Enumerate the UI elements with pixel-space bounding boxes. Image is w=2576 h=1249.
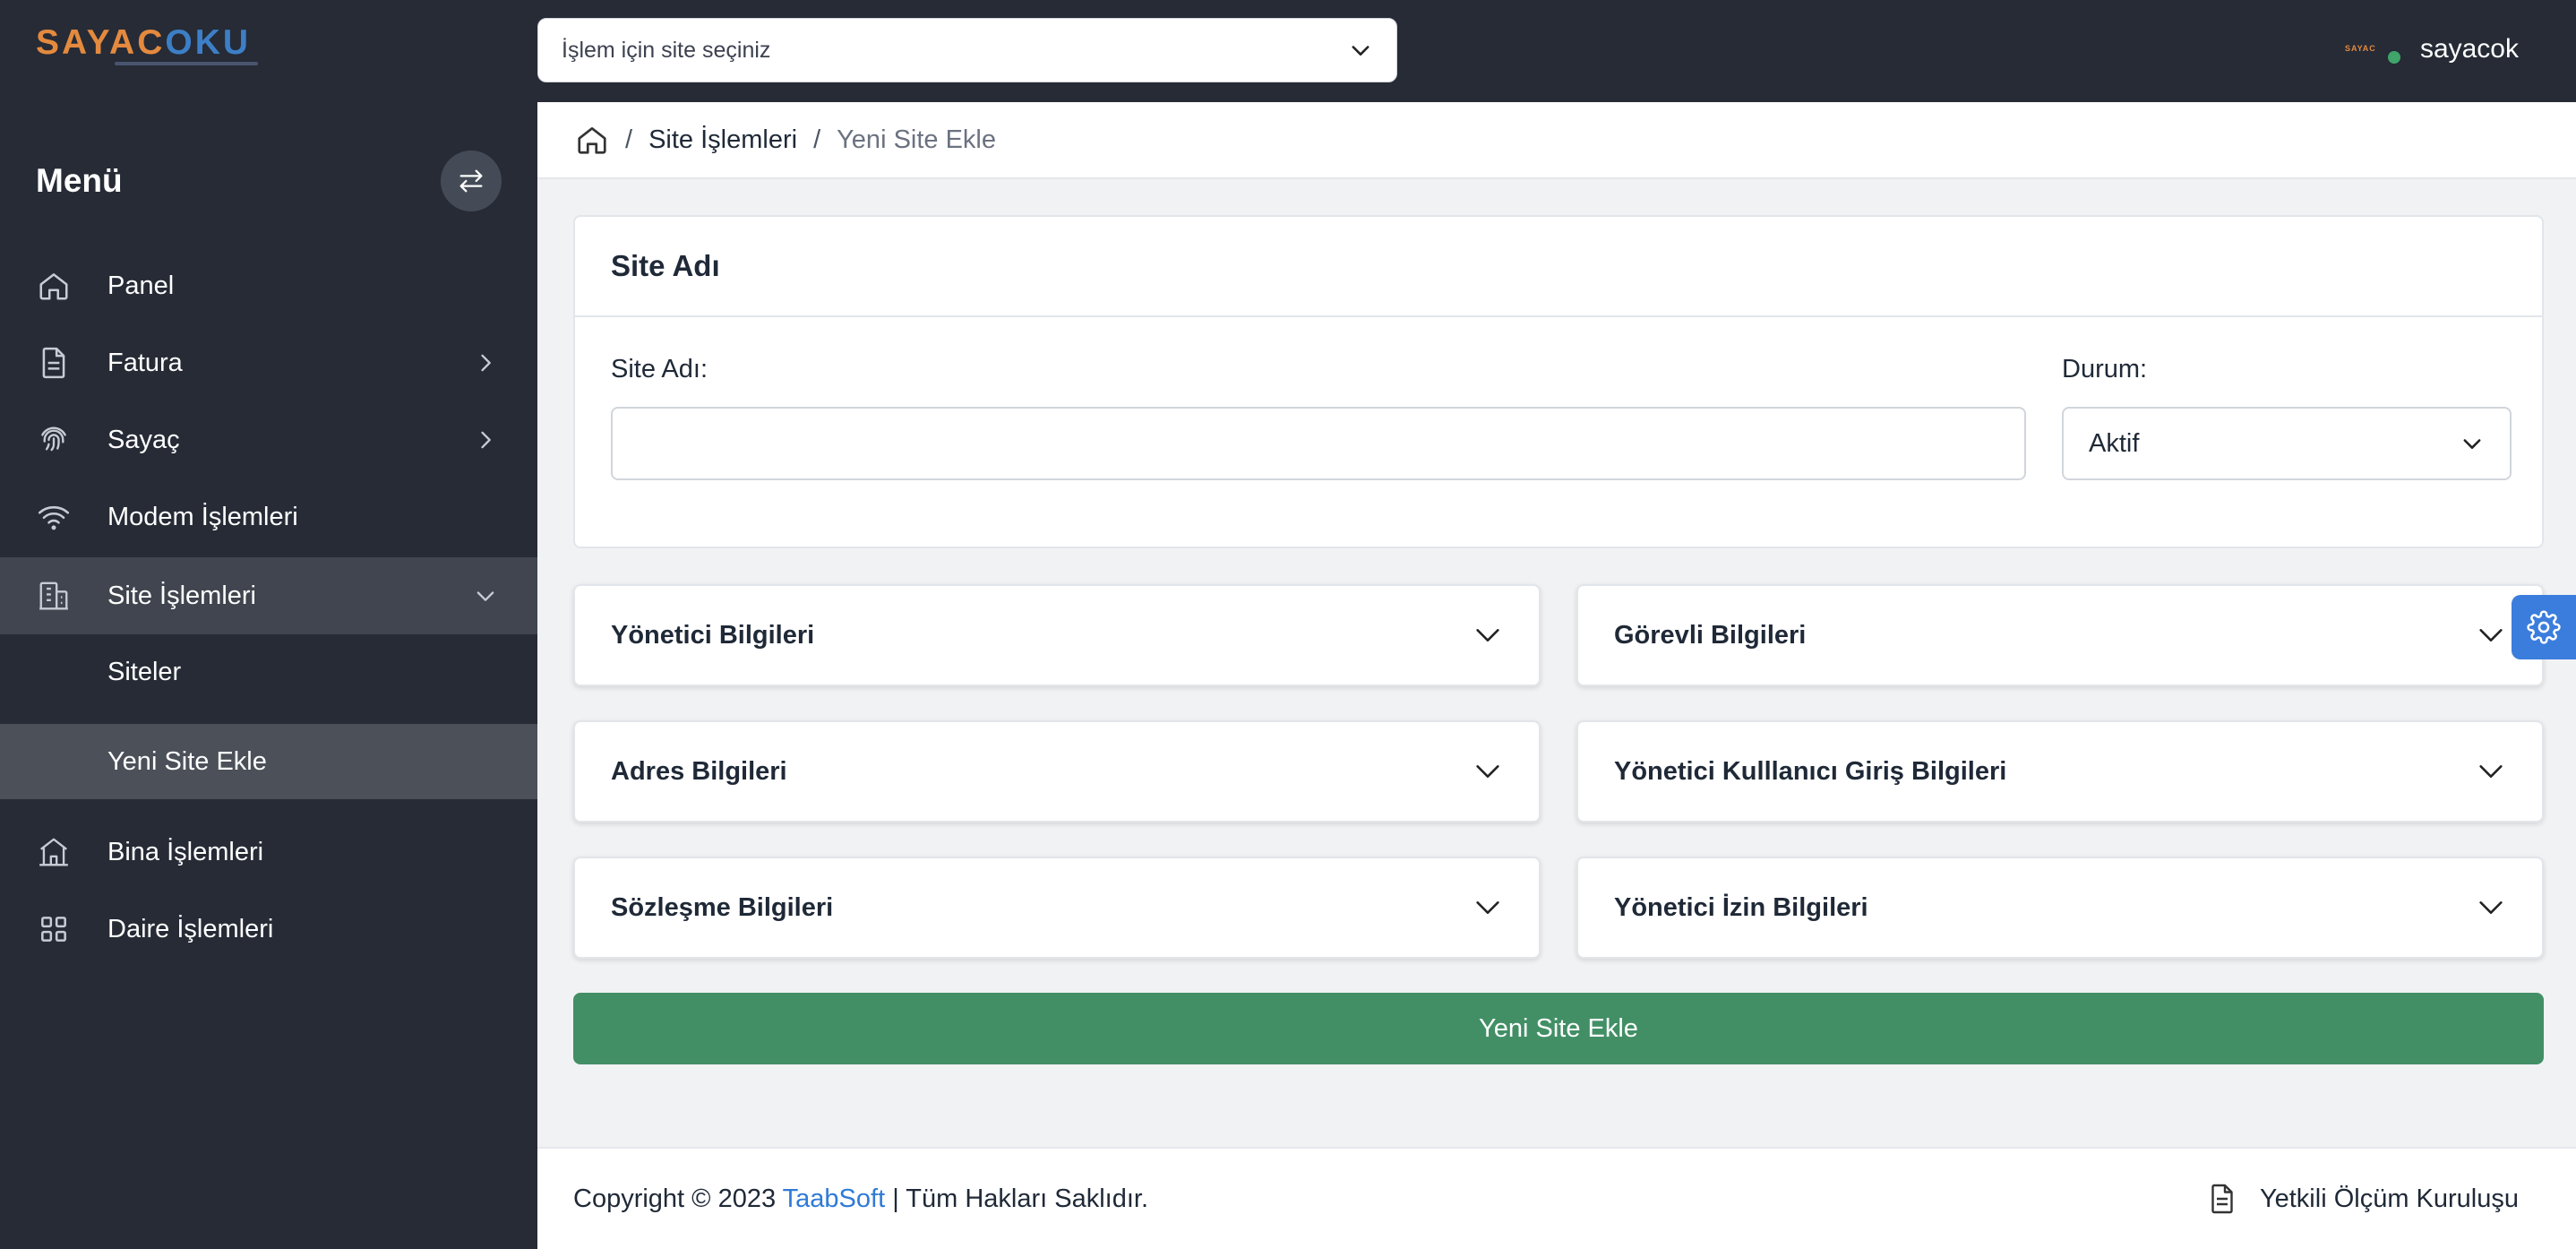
sidebar-subitem-label: Siteler (107, 657, 182, 686)
sidebar-header: Menü (36, 147, 502, 215)
logo-text-part2: OKU (165, 23, 252, 62)
accordion-yonetici-izin-bilgileri[interactable]: Yönetici İzin Bilgileri (1576, 857, 2544, 959)
authorized-body-link[interactable]: Yetkili Ölçüm Kuruluşu (2206, 1183, 2519, 1215)
logo-tagline (115, 62, 258, 65)
document-icon (36, 345, 72, 381)
gear-icon (2527, 610, 2561, 644)
breadcrumb-separator: / (625, 125, 633, 154)
online-status-dot (2385, 49, 2402, 65)
home-icon[interactable] (575, 123, 609, 157)
site-name-input[interactable] (611, 407, 2026, 480)
chevron-down-icon (1352, 46, 1370, 56)
avatar[interactable]: SAYAC (2345, 31, 2402, 67)
breadcrumb-item-site-islemleri[interactable]: Site İşlemleri (648, 125, 797, 155)
user-menu[interactable]: SAYAC sayacok (2345, 27, 2519, 72)
sidebar-item-label: Fatura (107, 348, 183, 377)
sidebar-item-label: Sayaç (107, 425, 180, 454)
sidebar-subitem-yeni-site-ekle[interactable]: Yeni Site Ekle (0, 724, 537, 799)
accordion-label: Yönetici İzin Bilgileri (1614, 892, 1868, 922)
chevron-down-icon (2479, 901, 2503, 914)
sidebar-item-label: Modem İşlemleri (107, 502, 298, 531)
breadcrumb-separator: / (813, 125, 821, 154)
grid-icon (36, 911, 72, 947)
chevron-down-icon (2479, 765, 2503, 778)
sidebar-item-site-islemleri[interactable]: Site İşlemleri (0, 557, 537, 634)
authorized-body-label: Yetkili Ölçüm Kuruluşu (2259, 1184, 2519, 1213)
sidebar-item-sayac[interactable]: Sayaç (0, 401, 537, 478)
chevron-down-icon (2463, 439, 2481, 449)
footer: Copyright © 2023 TaabSoft | Tüm Hakları … (537, 1147, 2576, 1249)
chevron-down-icon (1476, 765, 1499, 778)
accordion-label: Yönetici Bilgileri (611, 620, 815, 650)
status-select-value: Aktif (2089, 428, 2140, 458)
breadcrumb-current: Yeni Site Ekle (837, 125, 997, 154)
chevron-right-icon (481, 354, 491, 372)
accordion-gorevli-bilgileri[interactable]: Görevli Bilgileri (1576, 584, 2544, 686)
accordion-label: Yönetici Kulllanıcı Giriş Bilgileri (1614, 756, 2007, 786)
card-header: Site Adı (575, 217, 2542, 317)
accordion-yonetici-kullanici-giris[interactable]: Yönetici Kulllanıcı Giriş Bilgileri (1576, 720, 2544, 823)
site-select-placeholder: İşlem için site seçiniz (562, 37, 771, 63)
accordion-label: Adres Bilgileri (611, 756, 787, 786)
breadcrumb: / Site İşlemleri / Yeni Site Ekle (537, 102, 2576, 179)
sidebar-item-label: Daire İşlemleri (107, 914, 274, 943)
building-icon (36, 578, 72, 614)
copyright-prefix: Copyright © 2023 (573, 1184, 783, 1213)
add-site-button[interactable]: Yeni Site Ekle (573, 993, 2544, 1064)
accordion-yonetici-bilgileri[interactable]: Yönetici Bilgileri (573, 584, 1541, 686)
username[interactable]: sayacok (2420, 34, 2519, 65)
status-label: Durum: (2062, 355, 2148, 383)
chevron-down-icon (477, 591, 494, 601)
sidebar-title: Menü (36, 162, 123, 199)
sidebar-item-daire[interactable]: Daire İşlemleri (0, 891, 537, 968)
sidebar: Menü Panel Fatura Sayaç Modem İşlemleri … (0, 102, 537, 1249)
logo[interactable]: SAYACOKU (36, 22, 260, 75)
sidebar-subitem-siteler[interactable]: Siteler (0, 634, 537, 710)
chevron-down-icon (1476, 629, 1499, 642)
chevron-right-icon (481, 431, 491, 449)
arrows-swap-icon (459, 169, 483, 193)
site-select-dropdown[interactable]: İşlem için site seçiniz (537, 18, 1397, 82)
sidebar-item-modem[interactable]: Modem İşlemleri (0, 478, 537, 556)
logo-text-part1: SAYAC (36, 23, 166, 62)
top-bar: SAYACOKU İşlem için site seçiniz SAYAC s… (0, 0, 2576, 102)
accordion-adres-bilgileri[interactable]: Adres Bilgileri (573, 720, 1541, 823)
home-icon (36, 268, 72, 304)
brand-link[interactable]: TaabSoft (783, 1184, 885, 1213)
card-title: Site Adı (611, 249, 720, 282)
settings-button[interactable] (2512, 595, 2576, 659)
copyright-text: Copyright © 2023 TaabSoft | Tüm Hakları … (573, 1184, 2206, 1214)
wifi-icon (36, 499, 72, 535)
status-select[interactable]: Aktif (2062, 407, 2512, 480)
house-icon (36, 834, 72, 870)
accordion-sozlesme-bilgileri[interactable]: Sözleşme Bilgileri (573, 857, 1541, 959)
site-name-card: Site Adı Site Adı: Durum: Aktif (573, 215, 2544, 548)
sidebar-item-bina[interactable]: Bina İşlemleri (0, 814, 537, 891)
fingerprint-icon (36, 422, 72, 458)
sidebar-item-fatura[interactable]: Fatura (0, 324, 537, 401)
sidebar-subitem-label: Yeni Site Ekle (107, 746, 267, 776)
sidebar-item-label: Panel (107, 271, 175, 300)
sidebar-item-panel[interactable]: Panel (0, 247, 537, 324)
sidebar-toggle-button[interactable] (441, 151, 502, 211)
sidebar-item-label: Bina İşlemleri (107, 837, 264, 866)
accordion-label: Görevli Bilgileri (1614, 620, 1807, 650)
avatar-logo-text: SAYAC (2344, 44, 2376, 53)
sidebar-item-label: Site İşlemleri (107, 581, 256, 610)
chevron-down-icon (2479, 629, 2503, 642)
copyright-suffix: | Tüm Hakları Saklıdır. (885, 1184, 1149, 1213)
accordion-label: Sözleşme Bilgileri (611, 892, 834, 922)
site-name-label: Site Adı: (611, 355, 708, 383)
chevron-down-icon (1476, 901, 1499, 914)
document-icon (2211, 1184, 2233, 1214)
